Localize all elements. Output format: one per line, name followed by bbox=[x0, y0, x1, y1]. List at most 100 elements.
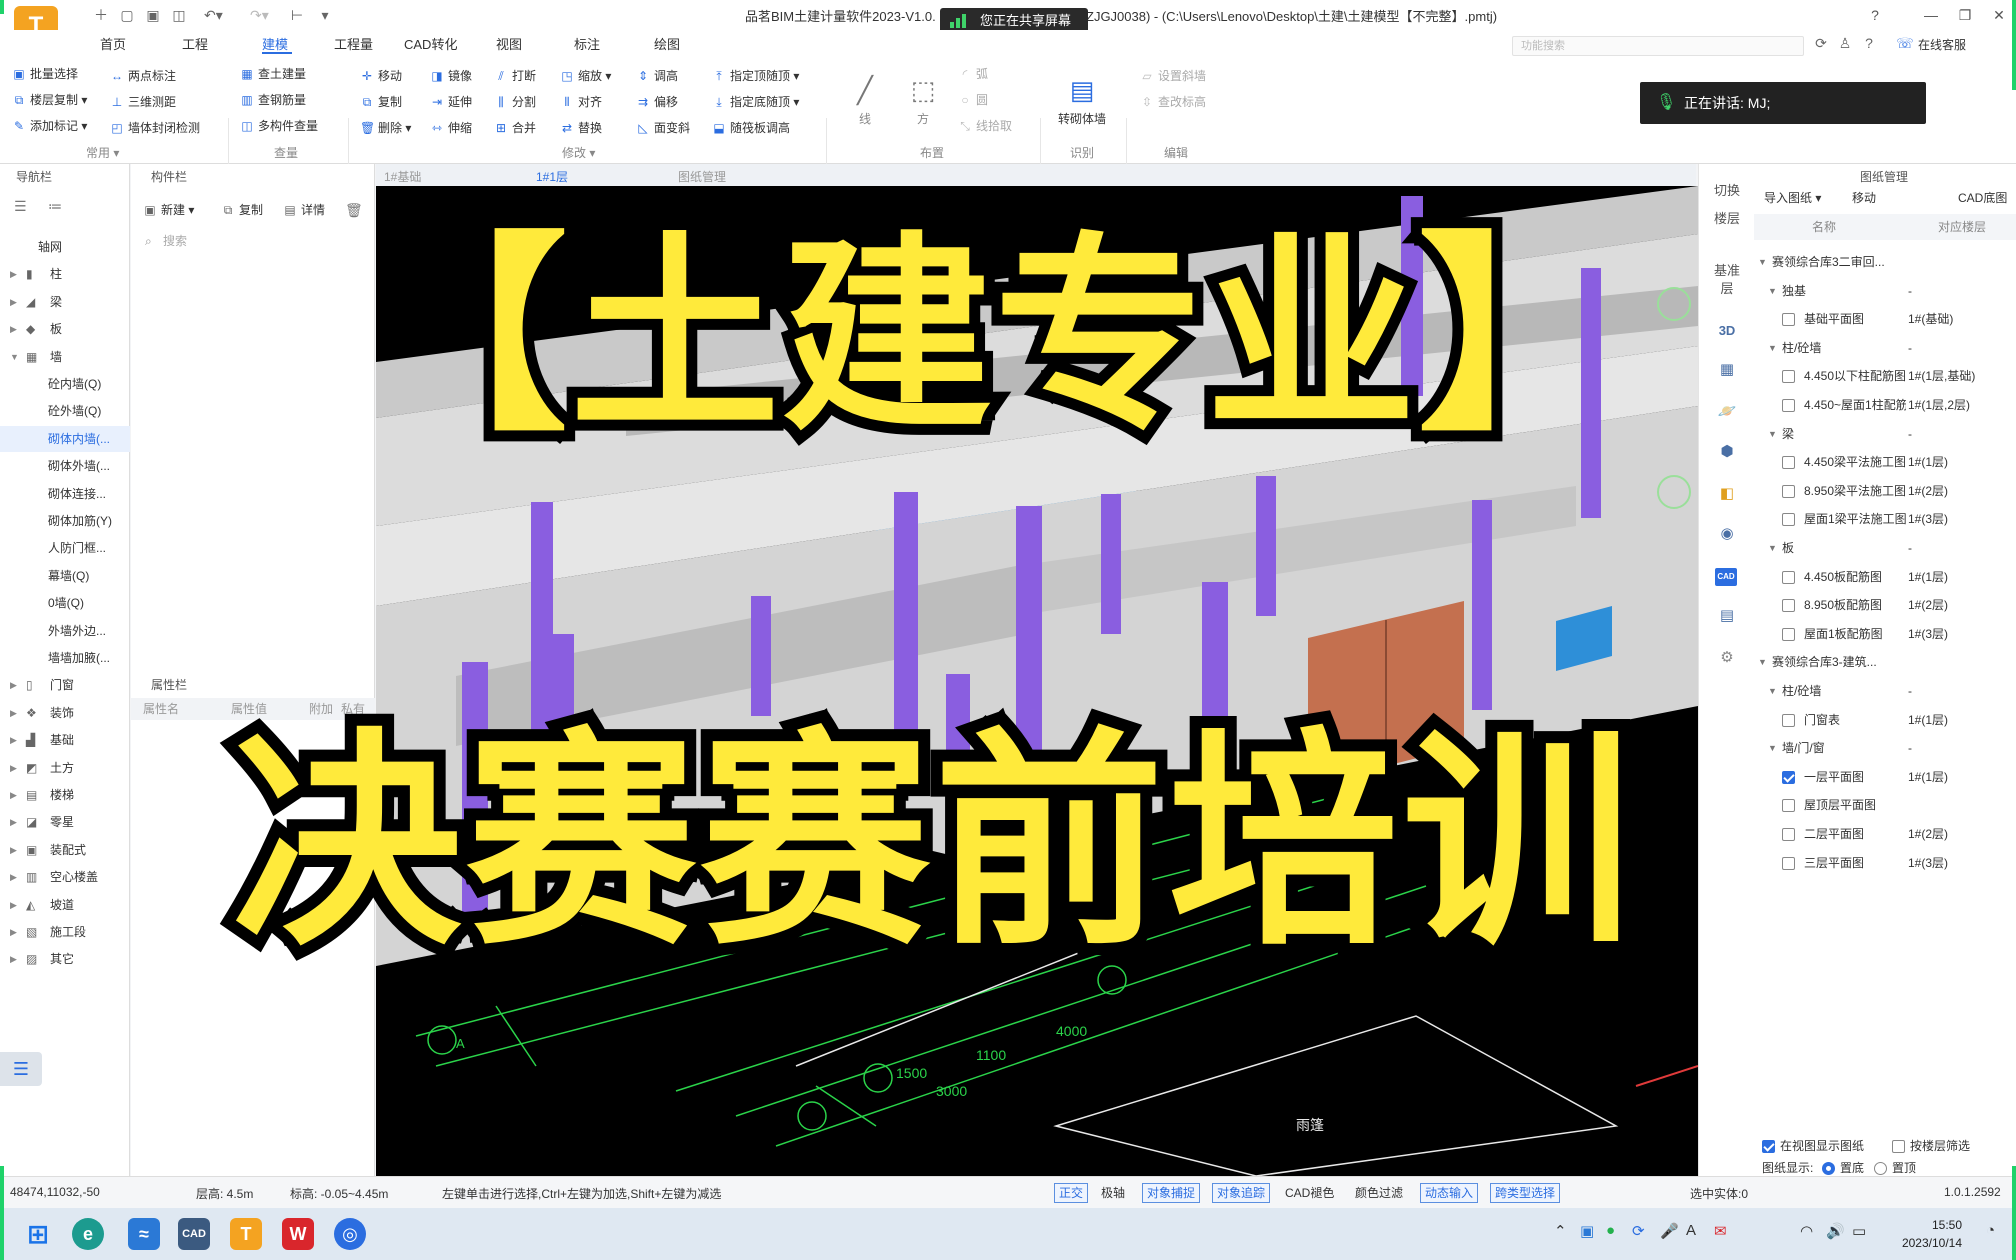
top-radio[interactable] bbox=[1874, 1162, 1887, 1175]
status-toggle-button[interactable]: 跨类型选择 bbox=[1490, 1183, 1561, 1203]
restore-button[interactable]: ❐ bbox=[1950, 4, 1980, 26]
query-rebar-button[interactable]: ▥ 查钢筋量 bbox=[240, 90, 306, 110]
filter-floor-checkbox[interactable] bbox=[1892, 1140, 1905, 1153]
status-toggle-button[interactable]: 颜色过滤 bbox=[1350, 1183, 1408, 1203]
collapsed-arrow-icon[interactable]: ▶ bbox=[10, 809, 17, 835]
tree-toggle-icon[interactable]: ▼ bbox=[1768, 277, 1777, 305]
draw-rect-button[interactable]: ⬚ 方 bbox=[898, 70, 948, 127]
delete-component-icon[interactable]: 🗑 bbox=[345, 202, 363, 219]
tree-view-icon[interactable]: ≔ bbox=[48, 198, 62, 215]
function-search-input[interactable]: 功能搜索 bbox=[1512, 36, 1804, 56]
split-button[interactable]: ⫼ 分割 bbox=[494, 92, 536, 112]
menu-cad-convert[interactable]: CAD转化 bbox=[404, 34, 457, 53]
wifi-icon[interactable]: ◠ bbox=[1800, 1222, 1813, 1240]
tree-toggle-icon[interactable]: ▼ bbox=[1768, 734, 1777, 762]
paint-app-icon[interactable]: ≈ bbox=[128, 1218, 160, 1250]
drawing-row[interactable]: 二层平面图 1#(2层) bbox=[1754, 820, 2016, 848]
collapsed-arrow-icon[interactable]: ▶ bbox=[10, 700, 17, 726]
sync-tray-icon[interactable]: ⟳ bbox=[1632, 1222, 1645, 1240]
nav-subitem[interactable]: 人防门框... bbox=[0, 535, 130, 561]
nav-subitem[interactable]: 砼内墙(Q) bbox=[0, 371, 130, 397]
status-toggle-button[interactable]: CAD褪色 bbox=[1280, 1183, 1339, 1203]
collapsed-arrow-icon[interactable]: ▶ bbox=[10, 316, 17, 342]
drawing-checkbox[interactable] bbox=[1782, 799, 1795, 813]
drawing-row[interactable]: ▼ 赛领综合库3-建筑... bbox=[1754, 648, 2016, 676]
refresh-icon[interactable]: ⟳ bbox=[1812, 35, 1830, 53]
collapsed-arrow-icon[interactable]: ▶ bbox=[10, 892, 17, 918]
bottom-follow-button[interactable]: ⤓ 指定底随顶 ▾ bbox=[712, 92, 799, 112]
drawing-row[interactable]: 屋面1梁平法施工图 1#(3层) bbox=[1754, 505, 2016, 533]
skin-icon[interactable]: ♙ bbox=[1836, 35, 1854, 53]
drawing-checkbox[interactable] bbox=[1782, 456, 1795, 470]
drawing-row[interactable]: 屋面1板配筋图 1#(3层) bbox=[1754, 620, 2016, 648]
align-button[interactable]: ⫴ 对齐 bbox=[560, 92, 602, 112]
nav-item[interactable]: ▼ ▦ 墙 bbox=[0, 344, 130, 370]
mail-tray-icon[interactable]: ✉ bbox=[1714, 1222, 1727, 1240]
drawing-row[interactable]: ▼ 柱/砼墙 - bbox=[1754, 677, 2016, 705]
cad-layer-button[interactable]: CAD bbox=[1715, 568, 1737, 586]
drawing-row[interactable]: 基础平面图 1#(基础) bbox=[1754, 305, 2016, 333]
volume-icon[interactable]: 🔊 bbox=[1826, 1222, 1845, 1240]
view-3d-button[interactable]: 3D bbox=[1699, 322, 1755, 340]
adjust-height-button[interactable]: ⇕ 调高 bbox=[636, 66, 678, 86]
nav-item[interactable]: ▶ ◭ 坡道 bbox=[0, 892, 130, 918]
3d-distance-button[interactable]: ⊥ 三维测距 bbox=[110, 92, 176, 112]
collapsed-arrow-icon[interactable]: ▶ bbox=[10, 727, 17, 753]
tree-toggle-icon[interactable]: ▼ bbox=[1758, 248, 1767, 276]
draw-line-button[interactable]: ╱ 线 bbox=[840, 70, 890, 127]
replace-button[interactable]: ⇄ 替换 bbox=[560, 118, 602, 138]
nav-item[interactable]: ▶ ❖ 装饰 bbox=[0, 700, 130, 726]
delete-button[interactable]: 🗑 删除 ▾ bbox=[360, 118, 411, 138]
two-point-dimension-button[interactable]: ↔ 两点标注 bbox=[110, 66, 176, 86]
drawing-checkbox[interactable] bbox=[1782, 627, 1795, 641]
nav-item[interactable]: ▶ ▟ 基础 bbox=[0, 727, 130, 753]
show-in-view-checkbox[interactable] bbox=[1762, 1140, 1775, 1153]
nav-subitem[interactable]: 砼外墙(Q) bbox=[0, 398, 130, 424]
notification-icon[interactable]: ◔ bbox=[1986, 1222, 1995, 1239]
drawing-row[interactable]: ▼ 板 - bbox=[1754, 534, 2016, 562]
nav-subitem[interactable]: 幕墙(Q) bbox=[0, 563, 130, 589]
bottom-radio[interactable] bbox=[1822, 1162, 1835, 1175]
help-icon[interactable]: ? bbox=[1860, 4, 1890, 26]
minimize-button[interactable]: — bbox=[1916, 4, 1946, 26]
close-button[interactable]: ✕ bbox=[1984, 4, 2014, 26]
nav-item[interactable]: ▶ ▮ 柱 bbox=[0, 261, 130, 287]
layer-icon[interactable]: ◧ bbox=[1717, 484, 1737, 504]
drawing-checkbox[interactable] bbox=[1782, 513, 1795, 527]
drawing-row[interactable]: 4.450板配筋图 1#(1层) bbox=[1754, 563, 2016, 591]
drawing-checkbox[interactable] bbox=[1782, 399, 1795, 412]
drawing-row[interactable]: ▼ 独基 - bbox=[1754, 277, 2016, 305]
draw-arc-button[interactable]: ◜ 弧 bbox=[958, 64, 988, 84]
undo-icon[interactable]: ↶▾ bbox=[204, 6, 223, 24]
font-tray-icon[interactable]: A bbox=[1686, 1222, 1696, 1239]
detail-button[interactable]: ▤ 详情 bbox=[283, 200, 325, 220]
status-toggle-button[interactable]: 正交 bbox=[1054, 1183, 1089, 1203]
menu-home[interactable]: 首页 bbox=[100, 34, 126, 53]
service-icon[interactable]: ☏ bbox=[1896, 35, 1914, 53]
online-service-link[interactable]: 在线客服 bbox=[1918, 36, 1966, 53]
query-civil-button[interactable]: ▦ 查土建量 bbox=[240, 64, 306, 84]
customize-toolbar-icon[interactable]: ▾ bbox=[316, 6, 334, 24]
convert-masonry-wall-button[interactable]: ▤ 转砌体墙 bbox=[1052, 70, 1112, 127]
menu-modeling[interactable]: 建模 bbox=[262, 34, 288, 53]
offset-button[interactable]: ⇉ 偏移 bbox=[636, 92, 678, 112]
tools-icon[interactable]: ⚙ bbox=[1717, 648, 1737, 668]
nav-subitem[interactable]: 砌体外墙(... bbox=[0, 453, 130, 479]
raft-adjust-button[interactable]: ⬓ 随筏板调高 bbox=[712, 118, 790, 138]
cube-icon[interactable]: ⬢ bbox=[1717, 442, 1737, 462]
nav-item[interactable]: ▶ ▥ 空心楼盖 bbox=[0, 864, 130, 890]
save-icon[interactable]: ▣ bbox=[144, 6, 162, 24]
drawing-checkbox[interactable] bbox=[1782, 599, 1795, 613]
merge-button[interactable]: ⊞ 合并 bbox=[494, 118, 536, 138]
drawing-checkbox[interactable] bbox=[1782, 713, 1795, 727]
component-search-input[interactable]: ⌕ 搜索 bbox=[141, 230, 365, 252]
expanded-arrow-icon[interactable]: ▼ bbox=[10, 344, 19, 370]
menu-annotate[interactable]: 标注 bbox=[574, 34, 600, 53]
drawing-row[interactable]: 一层平面图 1#(1层) bbox=[1754, 763, 2016, 791]
switch-floor-button[interactable]: 切换 楼层 bbox=[1699, 182, 1755, 228]
battery-icon[interactable]: ▭ bbox=[1852, 1222, 1866, 1240]
move-drawing-button[interactable]: 移动 bbox=[1848, 188, 1876, 208]
table-icon[interactable]: ▤ bbox=[1717, 606, 1737, 626]
tray-expand-icon[interactable]: ⌃ bbox=[1554, 1222, 1567, 1240]
nav-item[interactable]: ▶ ▧ 施工段 bbox=[0, 919, 130, 945]
